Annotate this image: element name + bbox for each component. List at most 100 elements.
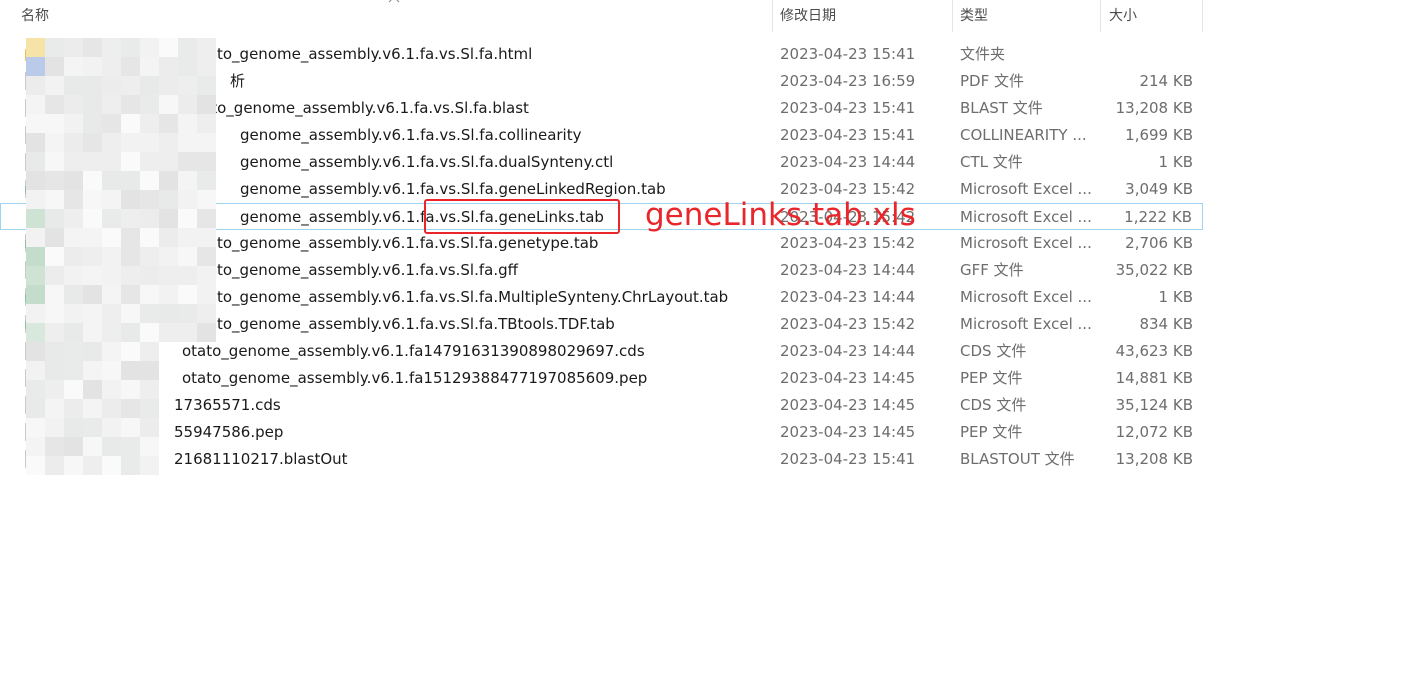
file-date-modified: 2023-04-23 14:44 xyxy=(780,261,916,279)
file-explorer: 名称 修改日期 类型 大小 to_genome_assembly.v6.1.fa… xyxy=(0,0,1414,695)
file-date-modified: 2023-04-23 15:42 xyxy=(780,234,916,252)
file-size: 14,881 KB xyxy=(1115,369,1193,387)
file-size: 13,208 KB xyxy=(1115,450,1193,468)
file-type: Microsoft Excel ... xyxy=(960,288,1092,306)
file-name[interactable]: 17365571.cds xyxy=(174,392,281,419)
excel-file-icon xyxy=(25,288,39,306)
file-row[interactable]: genome_assembly.v6.1.fa.vs.Sl.fa.geneLin… xyxy=(0,203,1203,230)
file-icon xyxy=(25,342,39,360)
file-size: 3,049 KB xyxy=(1125,180,1193,198)
file-row[interactable]: to_genome_assembly.v6.1.fa.vs.Sl.fa.gff 2… xyxy=(0,257,1203,284)
file-icon xyxy=(25,99,39,117)
file-type: BLASTOUT 文件 xyxy=(960,450,1075,468)
file-name[interactable]: to_genome_assembly.v6.1.fa.vs.Sl.fa.gene… xyxy=(217,230,598,257)
file-date-modified: 2023-04-23 16:59 xyxy=(780,72,916,90)
file-type: 文件夹 xyxy=(960,45,1006,63)
file-row[interactable]: to_genome_assembly.v6.1.fa.vs.Sl.fa.TBto… xyxy=(0,311,1203,338)
file-date-modified: 2023-04-23 14:44 xyxy=(780,153,916,171)
file-size: 1,222 KB xyxy=(1124,208,1192,226)
file-date-modified: 2023-04-23 15:41 xyxy=(780,450,916,468)
file-name[interactable]: to_genome_assembly.v6.1.fa.vs.Sl.fa.gff xyxy=(217,257,518,284)
file-row[interactable]: to_genome_assembly.v6.1.fa.vs.Sl.fa.html… xyxy=(0,41,1203,68)
file-size: 13,208 KB xyxy=(1115,99,1193,117)
file-size: 2,706 KB xyxy=(1125,234,1193,252)
file-type: PEP 文件 xyxy=(960,369,1023,387)
file-name[interactable]: 55947586.pep xyxy=(174,419,283,446)
file-icon xyxy=(25,261,39,279)
file-date-modified: 2023-04-23 14:44 xyxy=(780,288,916,306)
file-type: CDS 文件 xyxy=(960,342,1027,360)
file-date-modified: 2023-04-23 15:41 xyxy=(780,45,916,63)
file-size: 43,623 KB xyxy=(1115,342,1193,360)
file-date-modified: 2023-04-23 14:44 xyxy=(780,342,916,360)
file-row[interactable]: 17365571.cds 2023-04-23 14:45 CDS 文件 35,124… xyxy=(0,392,1203,419)
file-name[interactable]: genome_assembly.v6.1.fa.vs.Sl.fa.dualSyn… xyxy=(240,149,613,176)
file-type: Microsoft Excel ... xyxy=(960,315,1092,333)
file-row[interactable]: genome_assembly.v6.1.fa.vs.Sl.fa.colline… xyxy=(0,122,1203,149)
excel-file-icon xyxy=(25,315,39,333)
file-date-modified: 2023-04-23 15:42 xyxy=(780,180,916,198)
file-type: Microsoft Excel ... xyxy=(960,180,1092,198)
file-type: PEP 文件 xyxy=(960,423,1023,441)
file-icon xyxy=(25,396,39,414)
column-header-date-modified[interactable]: 修改日期 xyxy=(772,0,952,32)
file-name[interactable]: genome_assembly.v6.1.fa.vs.Sl.fa.geneLin… xyxy=(240,204,604,231)
column-header-type[interactable]: 类型 xyxy=(952,0,1100,32)
file-row[interactable]: to_genome_assembly.v6.1.fa.vs.Sl.fa.Mult… xyxy=(0,284,1203,311)
file-row[interactable]: 55947586.pep 2023-04-23 14:45 PEP 文件 12,072… xyxy=(0,419,1203,446)
file-icon xyxy=(25,423,39,441)
file-icon xyxy=(25,126,39,144)
file-size: 1 KB xyxy=(1158,288,1193,306)
file-row[interactable]: otato_genome_assembly.v6.1.fa15129388477… xyxy=(0,365,1203,392)
file-type: Microsoft Excel ... xyxy=(960,208,1092,226)
file-icon xyxy=(25,153,39,171)
file-type: GFF 文件 xyxy=(960,261,1024,279)
file-date-modified: 2023-04-23 15:42 xyxy=(780,315,916,333)
file-type: CTL 文件 xyxy=(960,153,1023,171)
file-date-modified: 2023-04-23 15:41 xyxy=(780,126,916,144)
file-name[interactable]: to_genome_assembly.v6.1.fa.vs.Sl.fa.TBto… xyxy=(217,311,615,338)
file-name[interactable]: genome_assembly.v6.1.fa.vs.Sl.fa.colline… xyxy=(240,122,581,149)
excel-file-icon xyxy=(25,180,39,198)
file-icon xyxy=(25,369,39,387)
file-row[interactable]: to_genome_assembly.v6.1.fa.vs.Sl.fa.gene… xyxy=(0,230,1203,257)
column-header-name[interactable]: 名称 xyxy=(0,0,772,32)
file-name[interactable]: otato_genome_assembly.v6.1.fa.vs.Sl.fa.b… xyxy=(187,95,529,122)
file-row[interactable]: 析 2023-04-23 16:59 PDF 文件 214 KB xyxy=(0,68,1203,95)
file-size: 834 KB xyxy=(1139,315,1193,333)
file-type: COLLINEARITY ... xyxy=(960,126,1087,144)
column-divider[interactable] xyxy=(1202,0,1203,32)
file-size: 1,699 KB xyxy=(1125,126,1193,144)
file-size: 35,022 KB xyxy=(1115,261,1193,279)
file-name[interactable]: to_genome_assembly.v6.1.fa.vs.Sl.fa.Mult… xyxy=(217,284,728,311)
file-row[interactable]: genome_assembly.v6.1.fa.vs.Sl.fa.geneLin… xyxy=(0,176,1203,203)
file-size: 1 KB xyxy=(1158,153,1193,171)
column-header-size[interactable]: 大小 xyxy=(1100,0,1203,32)
file-name[interactable]: otato_genome_assembly.v6.1.fa15129388477… xyxy=(182,365,647,392)
file-type: PDF 文件 xyxy=(960,72,1024,90)
excel-file-icon xyxy=(26,207,40,225)
file-name[interactable]: 21681110217.blastOut xyxy=(174,446,348,473)
excel-file-icon xyxy=(25,234,39,252)
file-icon xyxy=(25,450,39,468)
column-header: 名称 修改日期 类型 大小 xyxy=(0,0,1203,32)
file-row[interactable]: genome_assembly.v6.1.fa.vs.Sl.fa.dualSyn… xyxy=(0,149,1203,176)
file-row[interactable]: otato_genome_assembly.v6.1.fa14791631390… xyxy=(0,338,1203,365)
file-size: 35,124 KB xyxy=(1115,396,1193,414)
file-row[interactable]: 21681110217.blastOut 2023-04-23 15:41 BLAS… xyxy=(0,446,1203,473)
file-date-modified: 2023-04-23 15:42 xyxy=(780,208,916,226)
pdf-file-icon xyxy=(25,72,39,90)
file-date-modified: 2023-04-23 14:45 xyxy=(780,369,916,387)
folder-icon xyxy=(25,45,39,63)
file-name[interactable]: genome_assembly.v6.1.fa.vs.Sl.fa.geneLin… xyxy=(240,176,666,203)
file-size: 214 KB xyxy=(1139,72,1193,90)
file-type: CDS 文件 xyxy=(960,396,1027,414)
file-date-modified: 2023-04-23 14:45 xyxy=(780,396,916,414)
file-name[interactable]: to_genome_assembly.v6.1.fa.vs.Sl.fa.html xyxy=(217,41,532,68)
file-type: BLAST 文件 xyxy=(960,99,1043,117)
file-type: Microsoft Excel ... xyxy=(960,234,1092,252)
file-name[interactable]: otato_genome_assembly.v6.1.fa14791631390… xyxy=(182,338,645,365)
file-row[interactable]: otato_genome_assembly.v6.1.fa.vs.Sl.fa.b… xyxy=(0,95,1203,122)
file-size: 12,072 KB xyxy=(1115,423,1193,441)
file-name[interactable]: 析 xyxy=(230,68,245,95)
